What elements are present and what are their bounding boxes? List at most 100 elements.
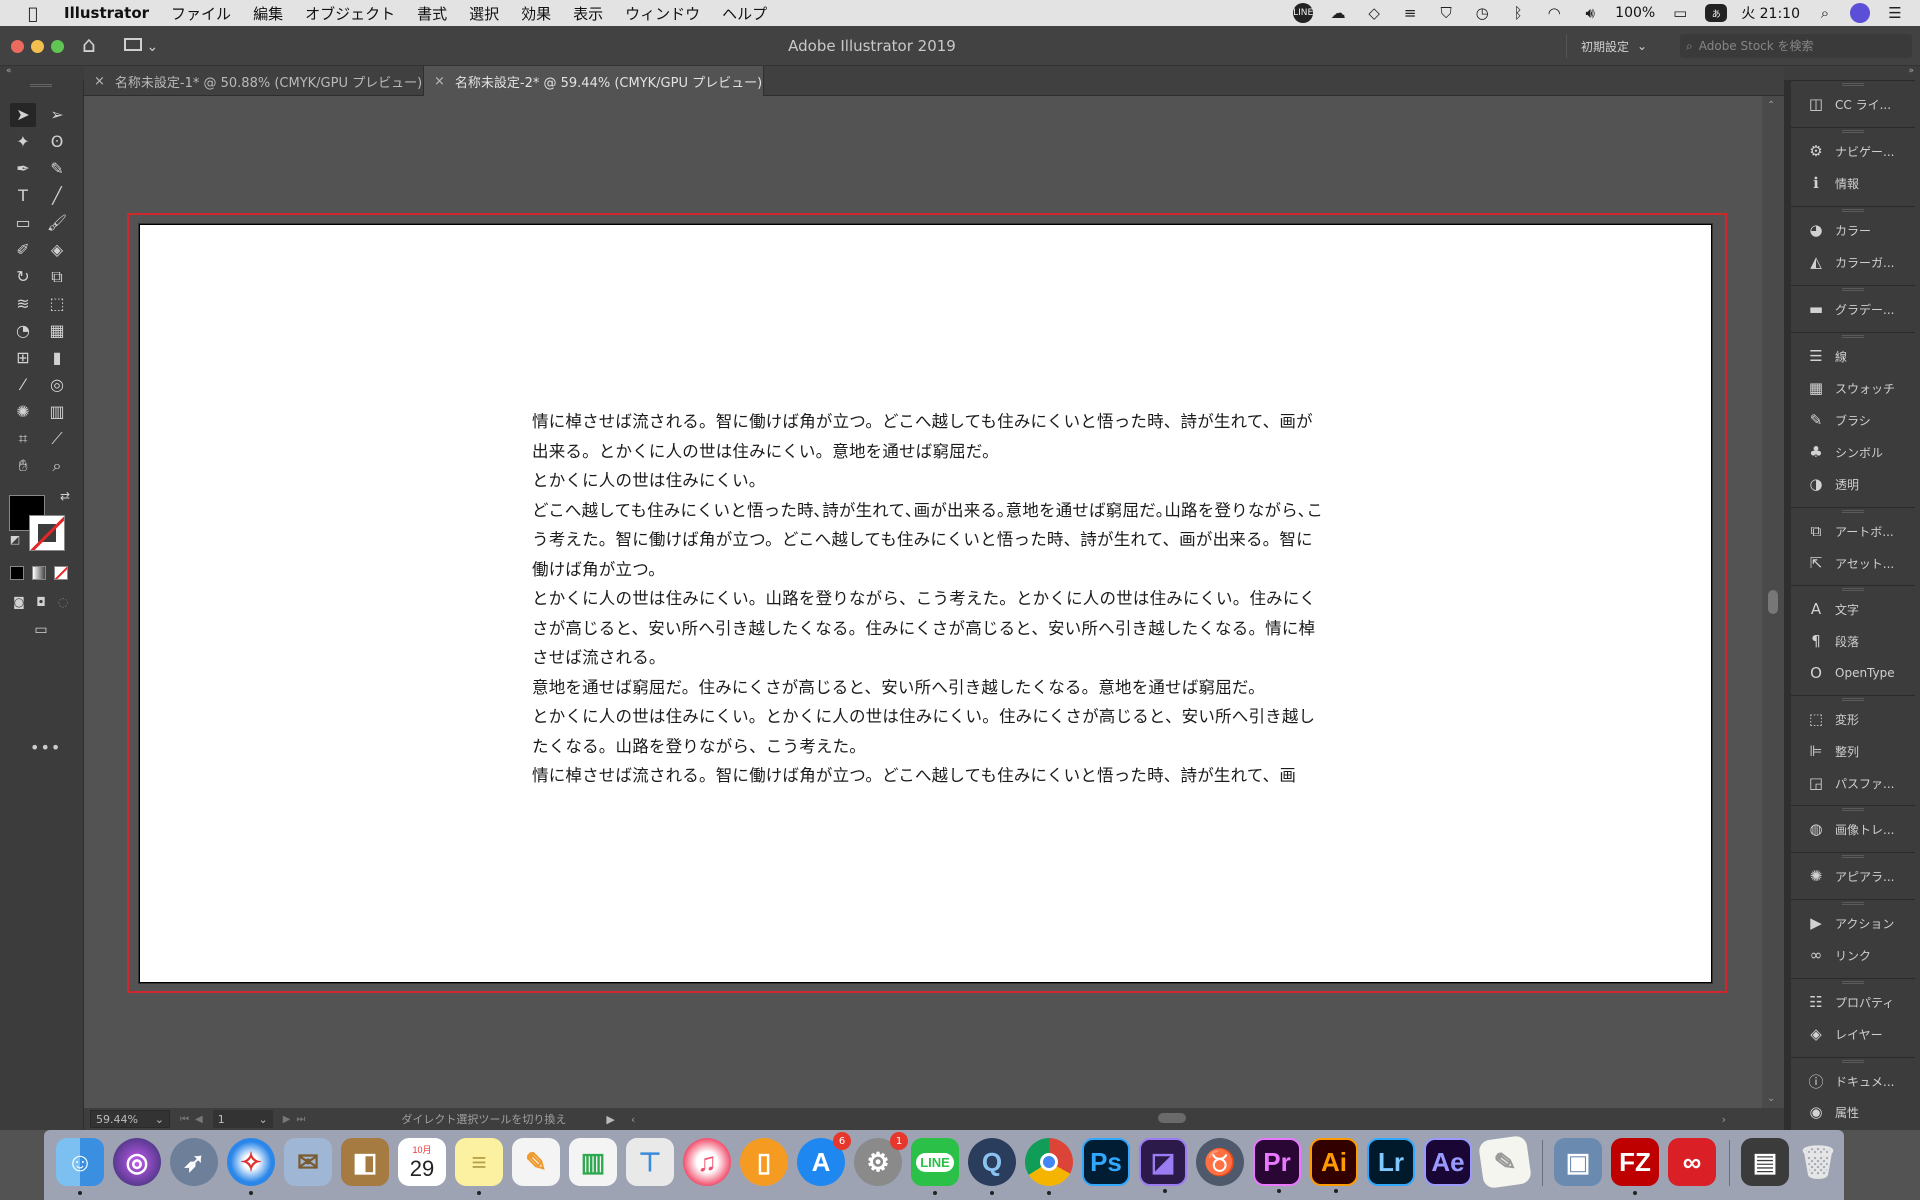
adobe-stock-search[interactable]: ⌕ <box>1680 34 1912 58</box>
dock-downloads-stack[interactable]: ▤ <box>1741 1138 1789 1186</box>
menu-view[interactable]: 表示 <box>573 3 603 24</box>
dock-chrome[interactable] <box>1025 1138 1073 1195</box>
dock-books[interactable]: ▯ <box>740 1138 788 1186</box>
panel-layers[interactable]: ◈ レイヤー <box>1791 1018 1915 1050</box>
dock-keynote[interactable]: ⊤ <box>626 1138 674 1186</box>
panel-pathfinder[interactable]: ◲ パスファ... <box>1791 767 1915 799</box>
scroll-down-icon[interactable]: ⌄ <box>1767 1093 1775 1104</box>
scroll-left-icon[interactable]: ‹ <box>631 1113 635 1126</box>
panel-transform[interactable]: ⬚ 変形 <box>1791 703 1915 735</box>
menu-object[interactable]: オブジェクト <box>305 3 395 24</box>
rotate-tool-icon[interactable]: ↻ <box>10 265 36 289</box>
dock-pages[interactable]: ✎ <box>512 1138 560 1186</box>
scroll-right-icon[interactable]: › <box>1722 1113 1726 1126</box>
siri-icon[interactable] <box>1850 3 1870 23</box>
perspective-grid-tool-icon[interactable]: ▦ <box>44 319 70 343</box>
edit-toolbar-icon[interactable]: ••• <box>30 738 61 757</box>
tab-document-2[interactable]: × 名称未設定-2* @ 59.44% (CMYK/GPU プレビュー) <box>424 66 764 96</box>
panel-grip[interactable] <box>1791 805 1915 813</box>
dock-safari[interactable]: ✧ <box>227 1138 275 1195</box>
line-segment-tool-icon[interactable]: ╱ <box>44 184 70 208</box>
stock-search-input[interactable] <box>1698 39 1889 53</box>
panel-grip[interactable] <box>1791 852 1915 860</box>
text-frame[interactable]: 情に棹させば流される。智に働けば角が立つ。どこへ越しても住みにくいと悟った時、詩… <box>532 407 1326 791</box>
notification-center-icon[interactable]: ☰ <box>1884 4 1906 22</box>
panel-grip[interactable] <box>1791 127 1915 135</box>
panel-navigator[interactable]: ⚙ ナビゲー... <box>1791 135 1915 167</box>
panel-cc-libraries[interactable]: ◫ CC ライ... <box>1791 88 1915 120</box>
dock-trash[interactable]: 🗑︎ <box>1794 1138 1842 1186</box>
panel-grip[interactable] <box>1791 1057 1915 1065</box>
panel-image-trace[interactable]: ◍ 画像トレ... <box>1791 813 1915 845</box>
dropbox-icon[interactable]: ◇ <box>1363 4 1385 22</box>
shape-builder-tool-icon[interactable]: ◔ <box>10 319 36 343</box>
panel-brushes[interactable]: ✎ ブラシ <box>1791 404 1915 436</box>
panel-attributes[interactable]: ◉ 属性 <box>1791 1097 1915 1127</box>
zoom-level-field[interactable]: 59.44% ⌄ <box>90 1110 170 1128</box>
line-status-icon[interactable]: LINE <box>1293 3 1313 23</box>
panel-swatches[interactable]: ▦ スウォッチ <box>1791 372 1915 404</box>
panel-color-guide[interactable]: ◭ カラーガ... <box>1791 246 1915 278</box>
workspace-switcher[interactable]: 初期設定 ⌄ <box>1566 34 1662 58</box>
dock-premiere[interactable]: Pr <box>1253 1138 1301 1193</box>
artboard[interactable]: 情に棹させば流される。智に働けば角が立つ。どこへ越しても住みにくいと悟った時、詩… <box>139 224 1712 983</box>
width-tool-icon[interactable]: ≋ <box>10 292 36 316</box>
artboard-prev-buttons[interactable]: ⏮◀ <box>180 1114 209 1125</box>
wifi-icon[interactable]: ◠ <box>1543 4 1565 22</box>
stroke-color-swatch[interactable] <box>29 515 65 551</box>
time-machine-icon[interactable]: ◷ <box>1471 4 1493 22</box>
toolbar-grip[interactable] <box>30 84 52 87</box>
curvature-tool-icon[interactable]: ✎ <box>44 157 70 181</box>
direct-selection-tool-icon[interactable]: ➢ <box>44 103 70 127</box>
dock-itunes[interactable]: ♫ <box>683 1138 731 1186</box>
creative-cloud-status-icon[interactable]: ☁ <box>1327 4 1349 22</box>
panel-dock-collapse-button[interactable]: » <box>1784 66 1920 80</box>
menu-help[interactable]: ヘルプ <box>722 3 767 24</box>
menu-effect[interactable]: 効果 <box>521 3 551 24</box>
panel-links[interactable]: ∞ リンク <box>1791 939 1915 971</box>
menu-clock[interactable]: 火 21:10 <box>1741 3 1800 23</box>
artboard-number-field[interactable]: 1 ⌄ <box>212 1110 273 1128</box>
panel-grip[interactable] <box>1791 585 1915 593</box>
artboard-next-buttons[interactable]: ▶⏭ <box>283 1114 312 1125</box>
panel-opentype[interactable]: O OpenType <box>1791 657 1915 689</box>
vertical-scrollbar[interactable]: ⌃ ⌄ <box>1762 96 1784 1108</box>
color-mode-icon[interactable] <box>10 566 24 580</box>
dock-textedit[interactable]: ✎ <box>1477 1134 1533 1190</box>
dock-calendar[interactable]: 10月 29 <box>398 1138 446 1186</box>
dock-illustrator[interactable]: Ai <box>1310 1138 1358 1193</box>
status-tool-hint[interactable]: ダイレクト選択ツールを切り換え <box>401 1111 566 1127</box>
input-method-icon[interactable]: あ <box>1705 4 1728 22</box>
blend-tool-icon[interactable]: ◎ <box>44 373 70 397</box>
dock-line[interactable]: LINE <box>911 1138 959 1195</box>
shaper-tool-icon[interactable]: ✐ <box>10 238 36 262</box>
panel-grip[interactable] <box>1791 978 1915 986</box>
slice-tool-icon[interactable]: ⟋ <box>44 427 70 451</box>
dock-numbers[interactable]: ▥ <box>569 1138 617 1186</box>
panel-properties[interactable]: ☷ プロパティ <box>1791 986 1915 1018</box>
panel-color[interactable]: ◕ カラー <box>1791 214 1915 246</box>
menu-edit[interactable]: 編集 <box>253 3 283 24</box>
dock-creative-cloud[interactable]: ∞ <box>1668 1138 1716 1186</box>
apple-menu-icon[interactable]:  <box>20 4 46 23</box>
tab-document-1[interactable]: × 名称未設定-1* @ 50.88% (CMYK/GPU プレビュー) <box>84 66 424 96</box>
panel-grip[interactable] <box>1791 206 1915 214</box>
close-icon[interactable]: × <box>94 74 105 89</box>
column-graph-tool-icon[interactable]: ▥ <box>44 400 70 424</box>
dock-bull-app[interactable]: ♉ <box>1196 1138 1244 1186</box>
paintbrush-tool-icon[interactable]: 🖌︎ <box>44 211 70 235</box>
dock-launchpad[interactable]: ➶ <box>170 1138 218 1186</box>
panel-actions[interactable]: ▶ アクション <box>1791 907 1915 939</box>
status-menu-arrow-icon[interactable]: ▶ <box>606 1113 614 1126</box>
panel-asset-export[interactable]: ⇱ アセット... <box>1791 547 1915 579</box>
type-tool-icon[interactable]: T <box>10 184 36 208</box>
gradient-mode-icon[interactable] <box>32 566 46 580</box>
shield-status-icon[interactable]: ⛉ <box>1435 4 1457 22</box>
free-transform-tool-icon[interactable]: ⬚ <box>44 292 70 316</box>
panel-character[interactable]: A 文字 <box>1791 593 1915 625</box>
hand-tool-icon[interactable]: ✋︎ <box>10 454 36 478</box>
panel-paragraph[interactable]: ¶ 段落 <box>1791 625 1915 657</box>
dock-media-encoder[interactable]: ◪ <box>1139 1138 1187 1193</box>
panel-grip[interactable] <box>1791 507 1915 515</box>
dock-contacts[interactable]: ◧ <box>341 1138 389 1186</box>
